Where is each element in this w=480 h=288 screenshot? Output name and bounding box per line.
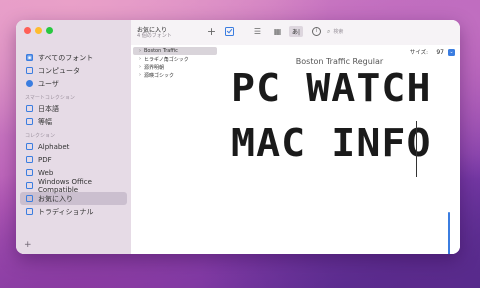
sliders-icon[interactable]: ☰ bbox=[252, 26, 263, 37]
minimize-window-button[interactable] bbox=[35, 27, 42, 34]
close-window-button[interactable] bbox=[24, 27, 31, 34]
chevron-down-icon: ⌄ bbox=[449, 48, 454, 55]
smart-collection-icon bbox=[26, 105, 33, 112]
sidebar-item-label: 日本語 bbox=[38, 104, 59, 113]
sidebar-item-all-fonts[interactable]: ▣ すべてのフォント bbox=[16, 51, 131, 64]
grid-view-icon[interactable]: ▦ bbox=[272, 26, 283, 37]
sidebar-item-label: Alphabet bbox=[38, 142, 70, 151]
info-button[interactable]: i bbox=[311, 26, 322, 37]
collections-header: コレクション bbox=[25, 133, 56, 139]
sidebar-item-label: すべてのフォント bbox=[38, 53, 94, 62]
font-book-window: ▣ すべてのフォント コンピュータ ユーザ スマートコレクション 日本語 等幅 … bbox=[16, 20, 460, 254]
font-row-label: ヒラギノ角ゴシック bbox=[144, 56, 189, 63]
font-row[interactable]: › 源界明朝 bbox=[133, 63, 217, 71]
sidebar-item-favorites[interactable]: お気に入り bbox=[20, 192, 127, 205]
font-count: 4 個のフォント bbox=[137, 33, 172, 39]
sample-view-button[interactable]: あ| bbox=[289, 26, 303, 37]
font-row-label: Boston Traffic bbox=[144, 48, 178, 54]
sidebar-item-user[interactable]: ユーザ bbox=[16, 77, 131, 90]
sidebar-item-label: ユーザ bbox=[38, 79, 59, 88]
collection-icon bbox=[26, 143, 33, 150]
sample-text-line[interactable]: MAC INFO bbox=[231, 124, 432, 162]
font-row[interactable]: › Boston Traffic bbox=[133, 47, 217, 55]
sidebar-item-label: Web bbox=[38, 168, 54, 177]
chevron-right-icon[interactable]: › bbox=[139, 72, 141, 78]
size-control: サイズ: 97 ⌄ bbox=[410, 48, 455, 56]
sidebar-item-japanese[interactable]: 日本語 bbox=[16, 102, 131, 115]
size-value[interactable]: 97 bbox=[432, 49, 444, 56]
sidebar-item-label: Windows Office Compatible bbox=[38, 177, 92, 194]
zoom-window-button[interactable] bbox=[46, 27, 53, 34]
text-cursor bbox=[416, 121, 417, 177]
sidebar-item-windows-office[interactable]: Windows Office Compatible bbox=[16, 177, 131, 194]
sidebar-item-traditional[interactable]: トラディショナル bbox=[16, 205, 131, 218]
user-icon bbox=[26, 80, 33, 87]
font-row-label: 源界明朝 bbox=[144, 64, 165, 71]
search-icon: ⌕ bbox=[327, 27, 331, 35]
checkbox-icon bbox=[225, 27, 234, 36]
all-fonts-icon: ▣ bbox=[26, 54, 33, 61]
collection-icon bbox=[26, 156, 33, 163]
sidebar-item-monospace[interactable]: 等幅 bbox=[16, 115, 131, 128]
sidebar-item-label: 等幅 bbox=[38, 117, 52, 126]
sidebar-item-pdf[interactable]: PDF bbox=[16, 153, 131, 166]
validate-fonts-button[interactable] bbox=[224, 26, 235, 37]
sidebar-list: ▣ すべてのフォント コンピュータ ユーザ スマートコレクション 日本語 等幅 … bbox=[16, 51, 131, 218]
search-field[interactable]: ⌕ 検索 bbox=[327, 27, 387, 36]
sidebar: ▣ すべてのフォント コンピュータ ユーザ スマートコレクション 日本語 等幅 … bbox=[16, 20, 131, 254]
info-icon: i bbox=[312, 27, 321, 36]
font-row[interactable]: › 源暎ゴシック bbox=[133, 71, 217, 79]
font-list: › Boston Traffic › ヒラギノ角ゴシック › 源界明朝 › 源暎… bbox=[131, 45, 220, 254]
size-dropdown-button[interactable]: ⌄ bbox=[448, 48, 455, 56]
chevron-right-icon[interactable]: › bbox=[139, 56, 141, 62]
smart-collection-icon bbox=[26, 118, 33, 125]
sample-text-line[interactable]: PC WATCH bbox=[231, 69, 432, 107]
sidebar-item-label: コンピュータ bbox=[38, 66, 80, 75]
collection-icon bbox=[26, 208, 33, 215]
font-row[interactable]: › ヒラギノ角ゴシック bbox=[133, 55, 217, 63]
chevron-right-icon[interactable]: › bbox=[139, 64, 141, 70]
chevron-right-icon[interactable]: › bbox=[139, 48, 141, 54]
sidebar-item-label: お気に入り bbox=[38, 194, 73, 203]
sidebar-item-computer[interactable]: コンピュータ bbox=[16, 64, 131, 77]
computer-icon bbox=[26, 67, 33, 74]
collection-icon bbox=[26, 182, 33, 189]
collection-icon bbox=[26, 169, 33, 176]
preview-font-name: Boston Traffic Regular bbox=[295, 57, 384, 66]
vertical-scrollbar[interactable] bbox=[448, 212, 450, 254]
sidebar-item-alphabet[interactable]: Alphabet bbox=[16, 140, 131, 153]
size-label: サイズ: bbox=[409, 50, 428, 56]
search-placeholder: 検索 bbox=[333, 29, 344, 35]
add-font-button[interactable]: + bbox=[206, 25, 217, 38]
sidebar-item-label: PDF bbox=[38, 155, 52, 164]
smart-collections-header: スマートコレクション bbox=[25, 95, 75, 101]
window-controls bbox=[24, 27, 53, 34]
font-row-label: 源暎ゴシック bbox=[144, 72, 175, 79]
sidebar-item-label: トラディショナル bbox=[38, 207, 94, 216]
add-collection-button[interactable]: + bbox=[24, 240, 32, 250]
font-preview[interactable]: サイズ: 97 ⌄ Boston Traffic Regular PC WATC… bbox=[219, 45, 460, 254]
toolbar: お気に入り 4 個のフォント + ☰ ▦ あ| i ⌕ 検索 bbox=[131, 20, 460, 46]
collection-icon bbox=[26, 195, 33, 202]
